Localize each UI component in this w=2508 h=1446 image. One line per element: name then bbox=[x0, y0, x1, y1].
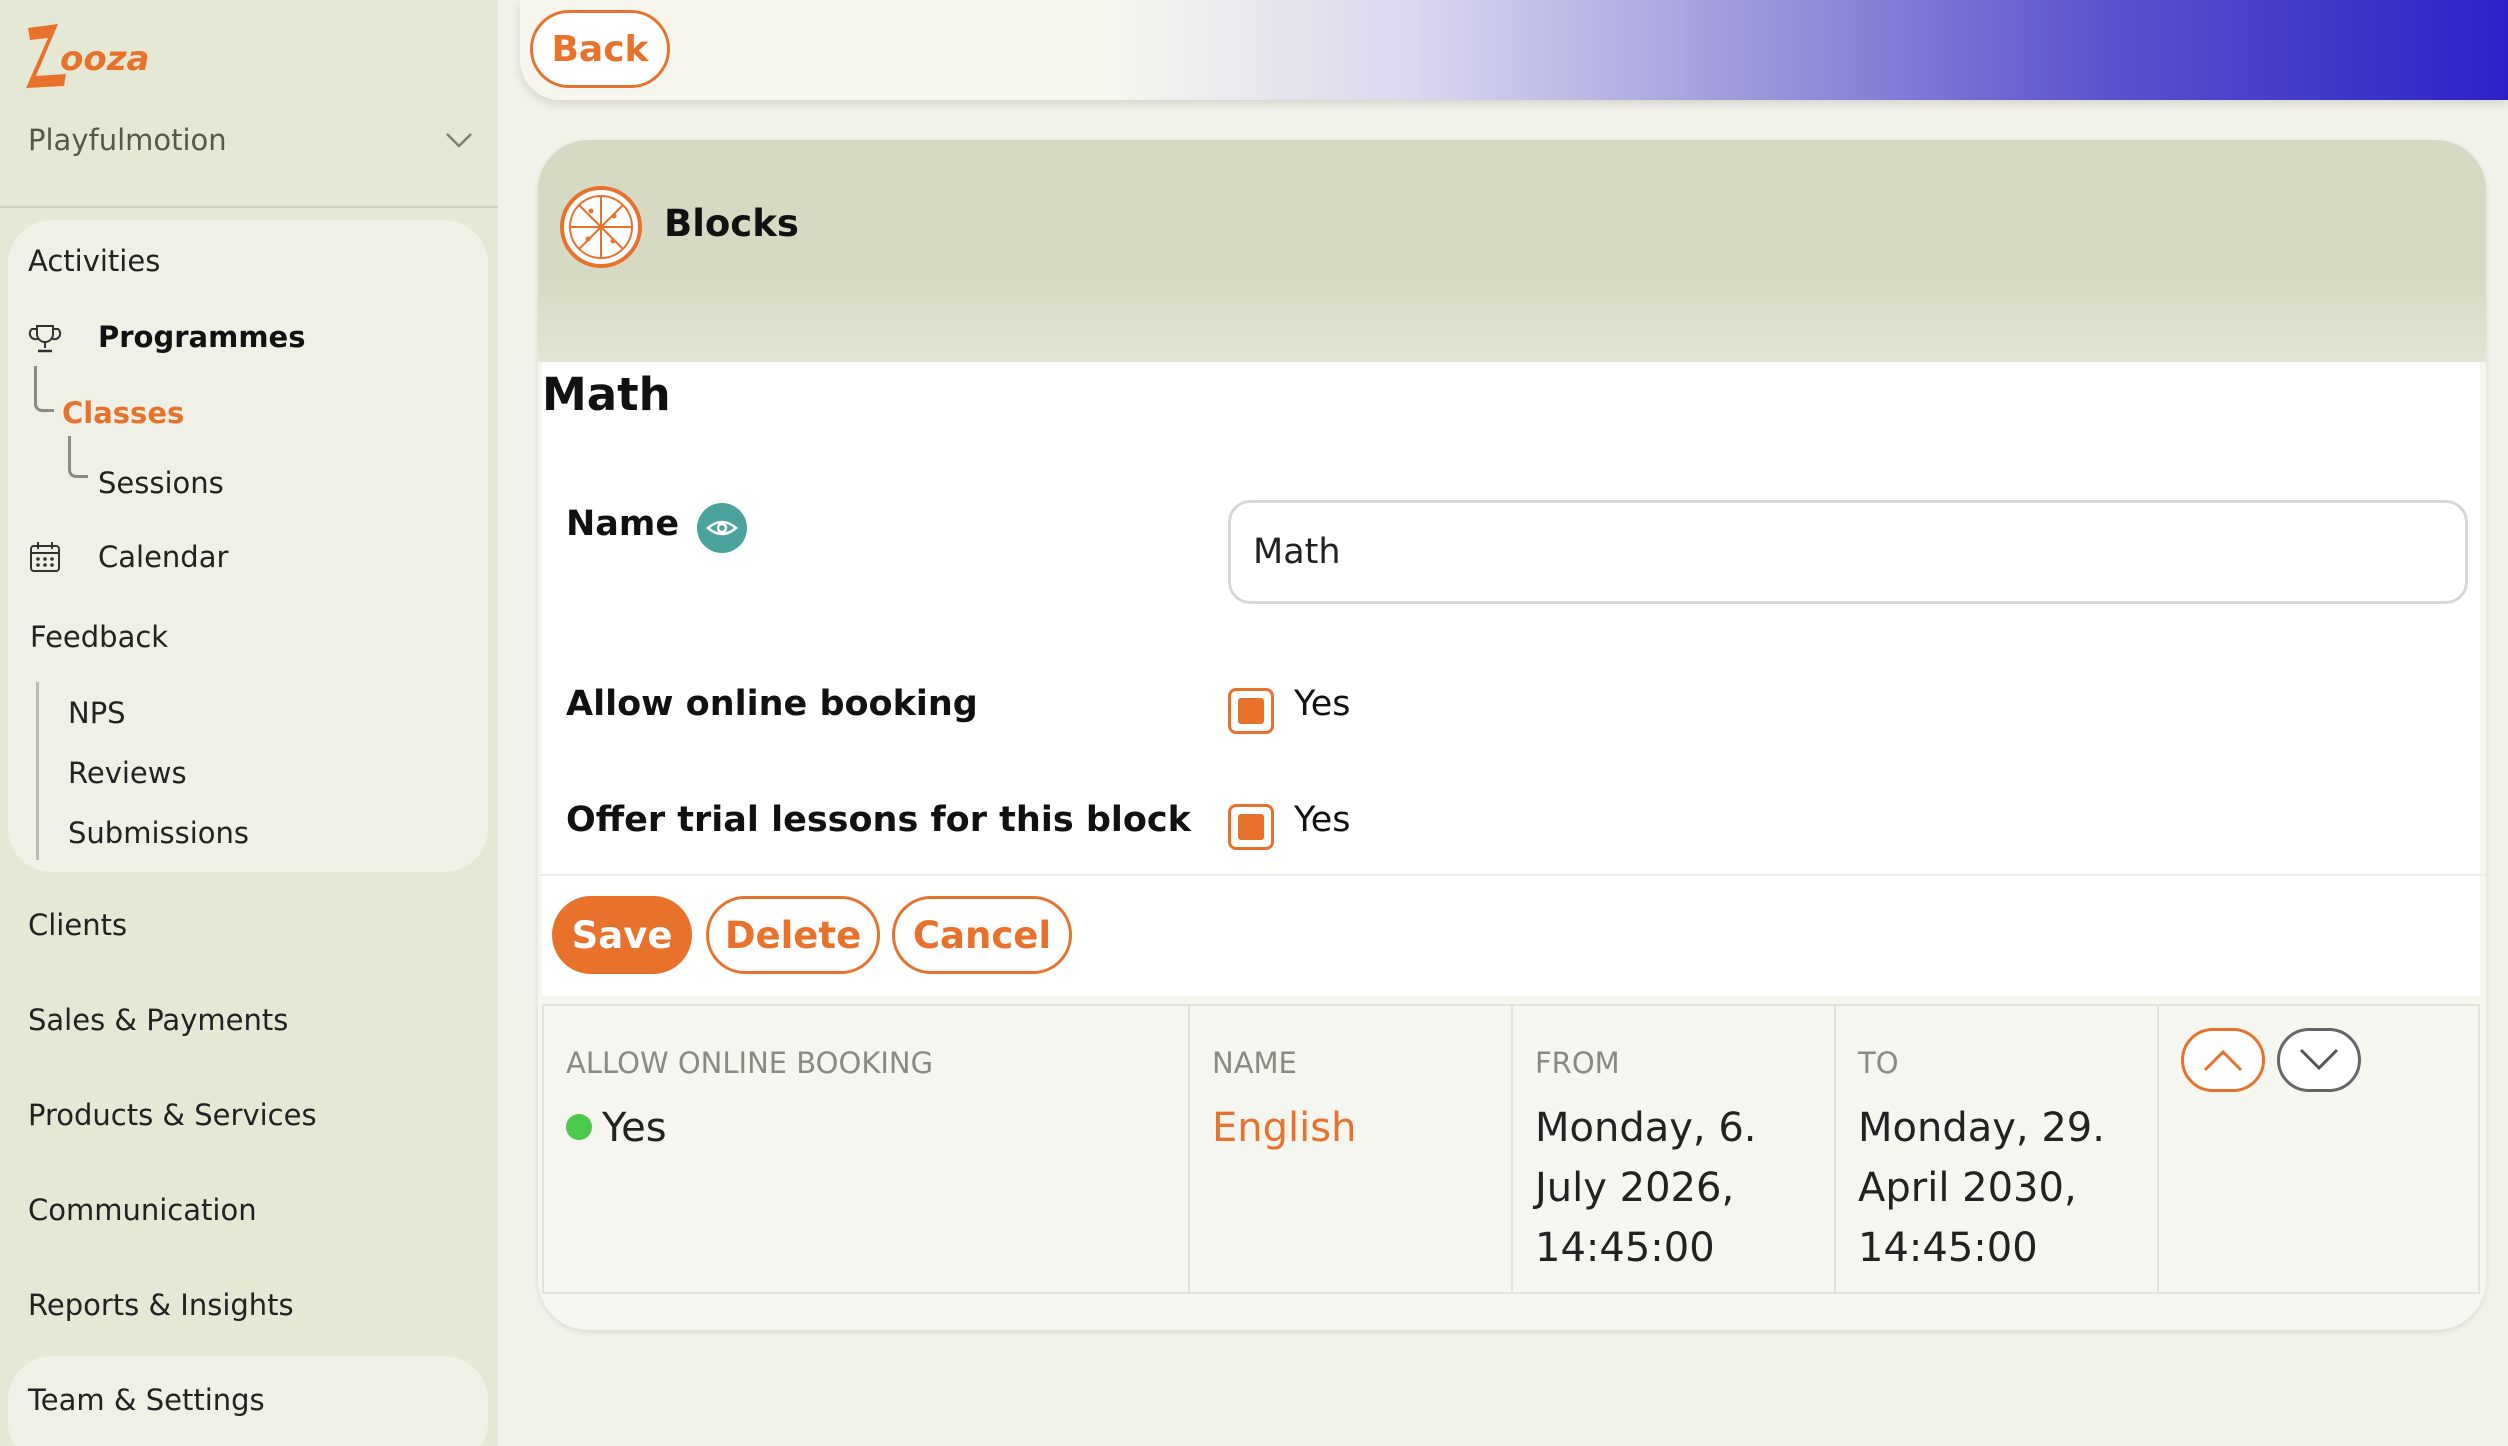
save-button[interactable]: Save bbox=[552, 896, 692, 974]
top-bar: Back bbox=[520, 0, 2508, 100]
column-header: ALLOW ONLINE BOOKING bbox=[566, 1046, 934, 1080]
trial-lessons-yes: Yes bbox=[1294, 800, 1351, 840]
column-name: NAME English bbox=[1190, 1006, 1513, 1292]
chevron-down-icon bbox=[446, 133, 472, 148]
nav-submissions[interactable]: Submissions bbox=[68, 816, 249, 850]
nav-sales-payments[interactable]: Sales & Payments bbox=[28, 1003, 288, 1037]
card-title: Blocks bbox=[664, 202, 799, 245]
nav-communication[interactable]: Communication bbox=[28, 1193, 257, 1227]
nav-reports-insights[interactable]: Reports & Insights bbox=[28, 1288, 294, 1322]
to-line: 14:45:00 bbox=[1858, 1225, 2038, 1271]
divider bbox=[0, 206, 498, 208]
nav-feedback[interactable]: Feedback bbox=[30, 620, 168, 654]
to-line: April 2030, bbox=[1858, 1165, 2077, 1211]
blocks-table: ALLOW ONLINE BOOKING Yes NAME English FR… bbox=[542, 1004, 2480, 1294]
nav-activities[interactable]: Activities bbox=[28, 244, 160, 278]
to-date: Monday, 29. April 2030, 14:45:00 bbox=[1858, 1098, 2105, 1278]
table-cell: Yes bbox=[566, 1098, 667, 1158]
move-up-button[interactable] bbox=[2181, 1028, 2265, 1092]
nav-calendar[interactable]: Calendar bbox=[98, 540, 228, 574]
nav-nps[interactable]: NPS bbox=[68, 696, 126, 730]
trophy-icon bbox=[28, 325, 62, 353]
from-line: Monday, 6. bbox=[1535, 1105, 1757, 1151]
tree-connector bbox=[68, 436, 88, 478]
online-booking-yes: Yes bbox=[1294, 684, 1351, 724]
nav-classes[interactable]: Classes bbox=[62, 396, 184, 430]
column-from: FROM Monday, 6. July 2026, 14:45:00 bbox=[1513, 1006, 1836, 1292]
checkbox-fill bbox=[1238, 698, 1264, 724]
column-header: NAME bbox=[1212, 1046, 1297, 1080]
column-actions bbox=[2159, 1006, 2478, 1292]
nav-products-services[interactable]: Products & Services bbox=[28, 1098, 317, 1132]
cancel-button[interactable]: Cancel bbox=[892, 896, 1072, 974]
blocks-card: Blocks Math Name Allow online booking Ye… bbox=[538, 140, 2486, 1330]
nav-programmes[interactable]: Programmes bbox=[98, 320, 305, 354]
trial-lessons-checkbox[interactable] bbox=[1228, 804, 1274, 850]
from-date: Monday, 6. July 2026, 14:45:00 bbox=[1535, 1098, 1757, 1278]
back-button[interactable]: Back bbox=[530, 10, 670, 88]
move-down-button[interactable] bbox=[2277, 1028, 2361, 1092]
online-booking-value: Yes bbox=[602, 1105, 667, 1151]
organization-selector[interactable]: Playfulmotion bbox=[28, 118, 474, 162]
zooza-logo[interactable]: ooza bbox=[24, 20, 172, 90]
trial-lessons-label: Offer trial lessons for this block bbox=[566, 800, 1191, 840]
block-name-link[interactable]: English bbox=[1212, 1098, 1356, 1158]
checkbox-fill bbox=[1238, 814, 1264, 840]
svg-text:ooza: ooza bbox=[60, 39, 149, 79]
name-input[interactable] bbox=[1228, 500, 2468, 604]
column-to: TO Monday, 29. April 2030, 14:45:00 bbox=[1836, 1006, 2159, 1292]
delete-button[interactable]: Delete bbox=[706, 896, 880, 974]
card-header: Blocks bbox=[538, 140, 2486, 362]
actions-divider bbox=[538, 874, 2486, 876]
column-allow-online-booking: ALLOW ONLINE BOOKING Yes bbox=[544, 1006, 1190, 1292]
nav-reviews[interactable]: Reviews bbox=[68, 756, 187, 790]
to-line: Monday, 29. bbox=[1858, 1105, 2105, 1151]
name-label: Name bbox=[566, 504, 680, 544]
column-header: FROM bbox=[1535, 1046, 1620, 1080]
sidebar: ooza Playfulmotion Activities Programmes… bbox=[0, 0, 498, 1446]
calendar-icon bbox=[30, 542, 60, 572]
feedback-tree-line bbox=[36, 682, 39, 860]
from-line: 14:45:00 bbox=[1535, 1225, 1715, 1271]
pizza-icon bbox=[560, 186, 642, 268]
online-booking-label: Allow online booking bbox=[566, 684, 978, 724]
chevron-up-icon bbox=[2203, 1049, 2243, 1072]
status-dot-icon bbox=[566, 1114, 592, 1140]
block-heading: Math bbox=[542, 368, 671, 421]
online-booking-checkbox[interactable] bbox=[1228, 688, 1274, 734]
column-header: TO bbox=[1858, 1046, 1899, 1080]
tree-connector bbox=[34, 366, 54, 412]
eye-icon[interactable] bbox=[696, 502, 748, 554]
nav-clients[interactable]: Clients bbox=[28, 908, 127, 942]
nav-team-settings[interactable]: Team & Settings bbox=[28, 1383, 265, 1417]
organization-name: Playfulmotion bbox=[28, 123, 227, 157]
nav-sessions[interactable]: Sessions bbox=[98, 466, 224, 500]
from-line: July 2026, bbox=[1535, 1165, 1735, 1211]
chevron-down-icon bbox=[2299, 1048, 2339, 1071]
